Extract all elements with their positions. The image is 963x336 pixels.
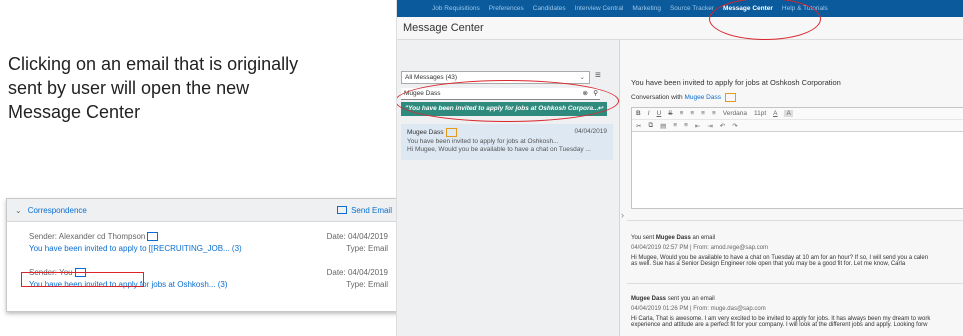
message-center-app: Job Requisitions Preferences Candidates … (396, 0, 963, 336)
text-color-button[interactable]: A (773, 110, 777, 117)
conversation-with: Conversation with Mugee Dass (631, 93, 736, 102)
outdent-icon[interactable]: ⇤ (695, 122, 700, 130)
divider (627, 220, 963, 221)
send-email-button[interactable]: Send Email (337, 206, 392, 215)
redo-icon[interactable]: ↷ (732, 122, 737, 130)
message-head-post: sent you an email (667, 296, 715, 302)
message-meta: 04/04/2019 01:26 PM | From: muge.das@sap… (631, 306, 766, 312)
list-item-from: Mugee Dass (407, 129, 444, 137)
conversation-pane: You have been invited to apply for jobs … (627, 40, 963, 336)
nav-item-job-requisitions[interactable]: Job Requisitions (432, 5, 480, 12)
nav-item-interview-central[interactable]: Interview Central (575, 5, 624, 12)
list-item-line-2: Hi Mugee, Would you be available to have… (407, 146, 591, 154)
numbered-list-icon[interactable]: ≡ (684, 122, 688, 129)
nav-item-marketing[interactable]: Marketing (632, 5, 661, 12)
message-contact: Mugee Dass (655, 235, 691, 241)
row-date: Date: 04/04/2019 (326, 268, 388, 277)
intro-line-3: Message Center (8, 102, 141, 122)
correspondence-panel: ⌄ Correspondence Send Email Sender: Alex… (6, 198, 401, 312)
row-type: Type: Email (346, 280, 388, 289)
row-type: Type: Email (346, 244, 388, 253)
editor-toolbar: B I U S ≡ ≡ ≡ ≡ Verdana 11pt A A (632, 108, 963, 120)
chevron-right-icon[interactable]: › (621, 210, 624, 220)
cut-icon[interactable]: ✂ (636, 122, 641, 130)
correspondence-row[interactable]: Sender: Alexander cd Thompson You have b… (7, 222, 400, 258)
editor-toolbar-2: ✂ ⧉ ▤ ≡ ≡ ⇤ ⇥ ↶ ↷ (632, 120, 963, 132)
list-item-line-1: You have been invited to apply for jobs … (407, 137, 559, 145)
bold-icon[interactable]: B (636, 110, 641, 117)
conversation-contact-link[interactable]: Mugee Dass (684, 94, 721, 101)
align-left-icon[interactable]: ≡ (680, 110, 684, 117)
intro-line-2: sent by user will open the new (8, 78, 250, 98)
align-right-icon[interactable]: ≡ (701, 110, 705, 117)
message-entry: Mugee Dass sent you an email 04/04/2019 … (631, 296, 930, 328)
message-meta: 04/04/2019 02:57 PM | From: amod.rege@sa… (631, 245, 769, 251)
indent-icon[interactable]: ⇥ (707, 122, 712, 130)
row-date: Date: 04/04/2019 (326, 232, 388, 241)
nav-item-source-tracker[interactable]: Source Tracker (670, 5, 714, 12)
font-select[interactable]: Verdana (723, 110, 747, 117)
message-entry: You sent Mugee Dass an email 04/04/2019 … (631, 235, 928, 267)
intro-text: Clicking on an email that is originally … (8, 52, 368, 124)
undo-icon[interactable]: ↶ (720, 122, 725, 130)
conversation-subject: You have been invited to apply for jobs … (631, 78, 841, 87)
nav-item-candidates[interactable]: Candidates (533, 5, 566, 12)
nav-item-preferences[interactable]: Preferences (489, 5, 524, 12)
list-item-date: 04/04/2019 (574, 128, 607, 135)
menu-icon[interactable]: ≡ (595, 70, 601, 81)
copy-icon[interactable]: ⧉ (648, 122, 653, 130)
message-contact: Mugee Dass (631, 296, 667, 302)
flag-icon (445, 128, 457, 137)
paste-icon[interactable]: ▤ (660, 122, 666, 130)
mail-icon (337, 206, 348, 214)
filter-value: All Messages (43) (405, 74, 458, 81)
underline-icon[interactable]: U (657, 110, 662, 117)
intro-line-1: Clicking on an email that is originally (8, 54, 299, 74)
highlight-oval (397, 80, 619, 122)
reply-editor[interactable]: B I U S ≡ ≡ ≡ ≡ Verdana 11pt A A ✂ ⧉ ▤ ≡… (631, 107, 963, 209)
strikethrough-icon[interactable]: S (668, 110, 672, 117)
conversation-prefix: Conversation with (631, 94, 683, 102)
message-body-line: experience and attitude are a perfect fi… (631, 322, 928, 328)
message-head-post: an email (692, 235, 716, 241)
highlight-oval (709, 0, 821, 40)
flag-icon (147, 232, 159, 242)
correspondence-header: ⌄ Correspondence Send Email (7, 199, 400, 222)
page-title: Message Center (397, 17, 963, 40)
top-nav: Job Requisitions Preferences Candidates … (397, 0, 963, 17)
correspondence-title: Correspondence (27, 205, 87, 215)
align-center-icon[interactable]: ≡ (690, 110, 694, 117)
highlight-rectangle (21, 272, 144, 287)
flag-icon (724, 93, 736, 102)
justify-icon[interactable]: ≡ (712, 110, 716, 117)
row-subject-link[interactable]: You have been invited to apply to [[RECR… (29, 244, 242, 253)
send-email-label: Send Email (351, 205, 392, 215)
divider (627, 283, 963, 284)
message-head: You sent (631, 235, 655, 241)
bullet-list-icon[interactable]: ≡ (673, 122, 677, 129)
list-item[interactable]: Mugee Dass 04/04/2019 You have been invi… (401, 124, 613, 160)
row-sender: Sender: Alexander cd Thompson (29, 232, 146, 241)
message-body-line: as well. Sue has a Senior Design Enginee… (631, 261, 906, 267)
font-size-select[interactable]: 11pt (754, 110, 766, 117)
chevron-down-icon: ⌄ (579, 74, 585, 81)
italic-icon[interactable]: I (648, 110, 650, 117)
chevron-down-icon[interactable]: ⌄ (15, 206, 22, 215)
bg-color-button[interactable]: A (784, 110, 793, 117)
